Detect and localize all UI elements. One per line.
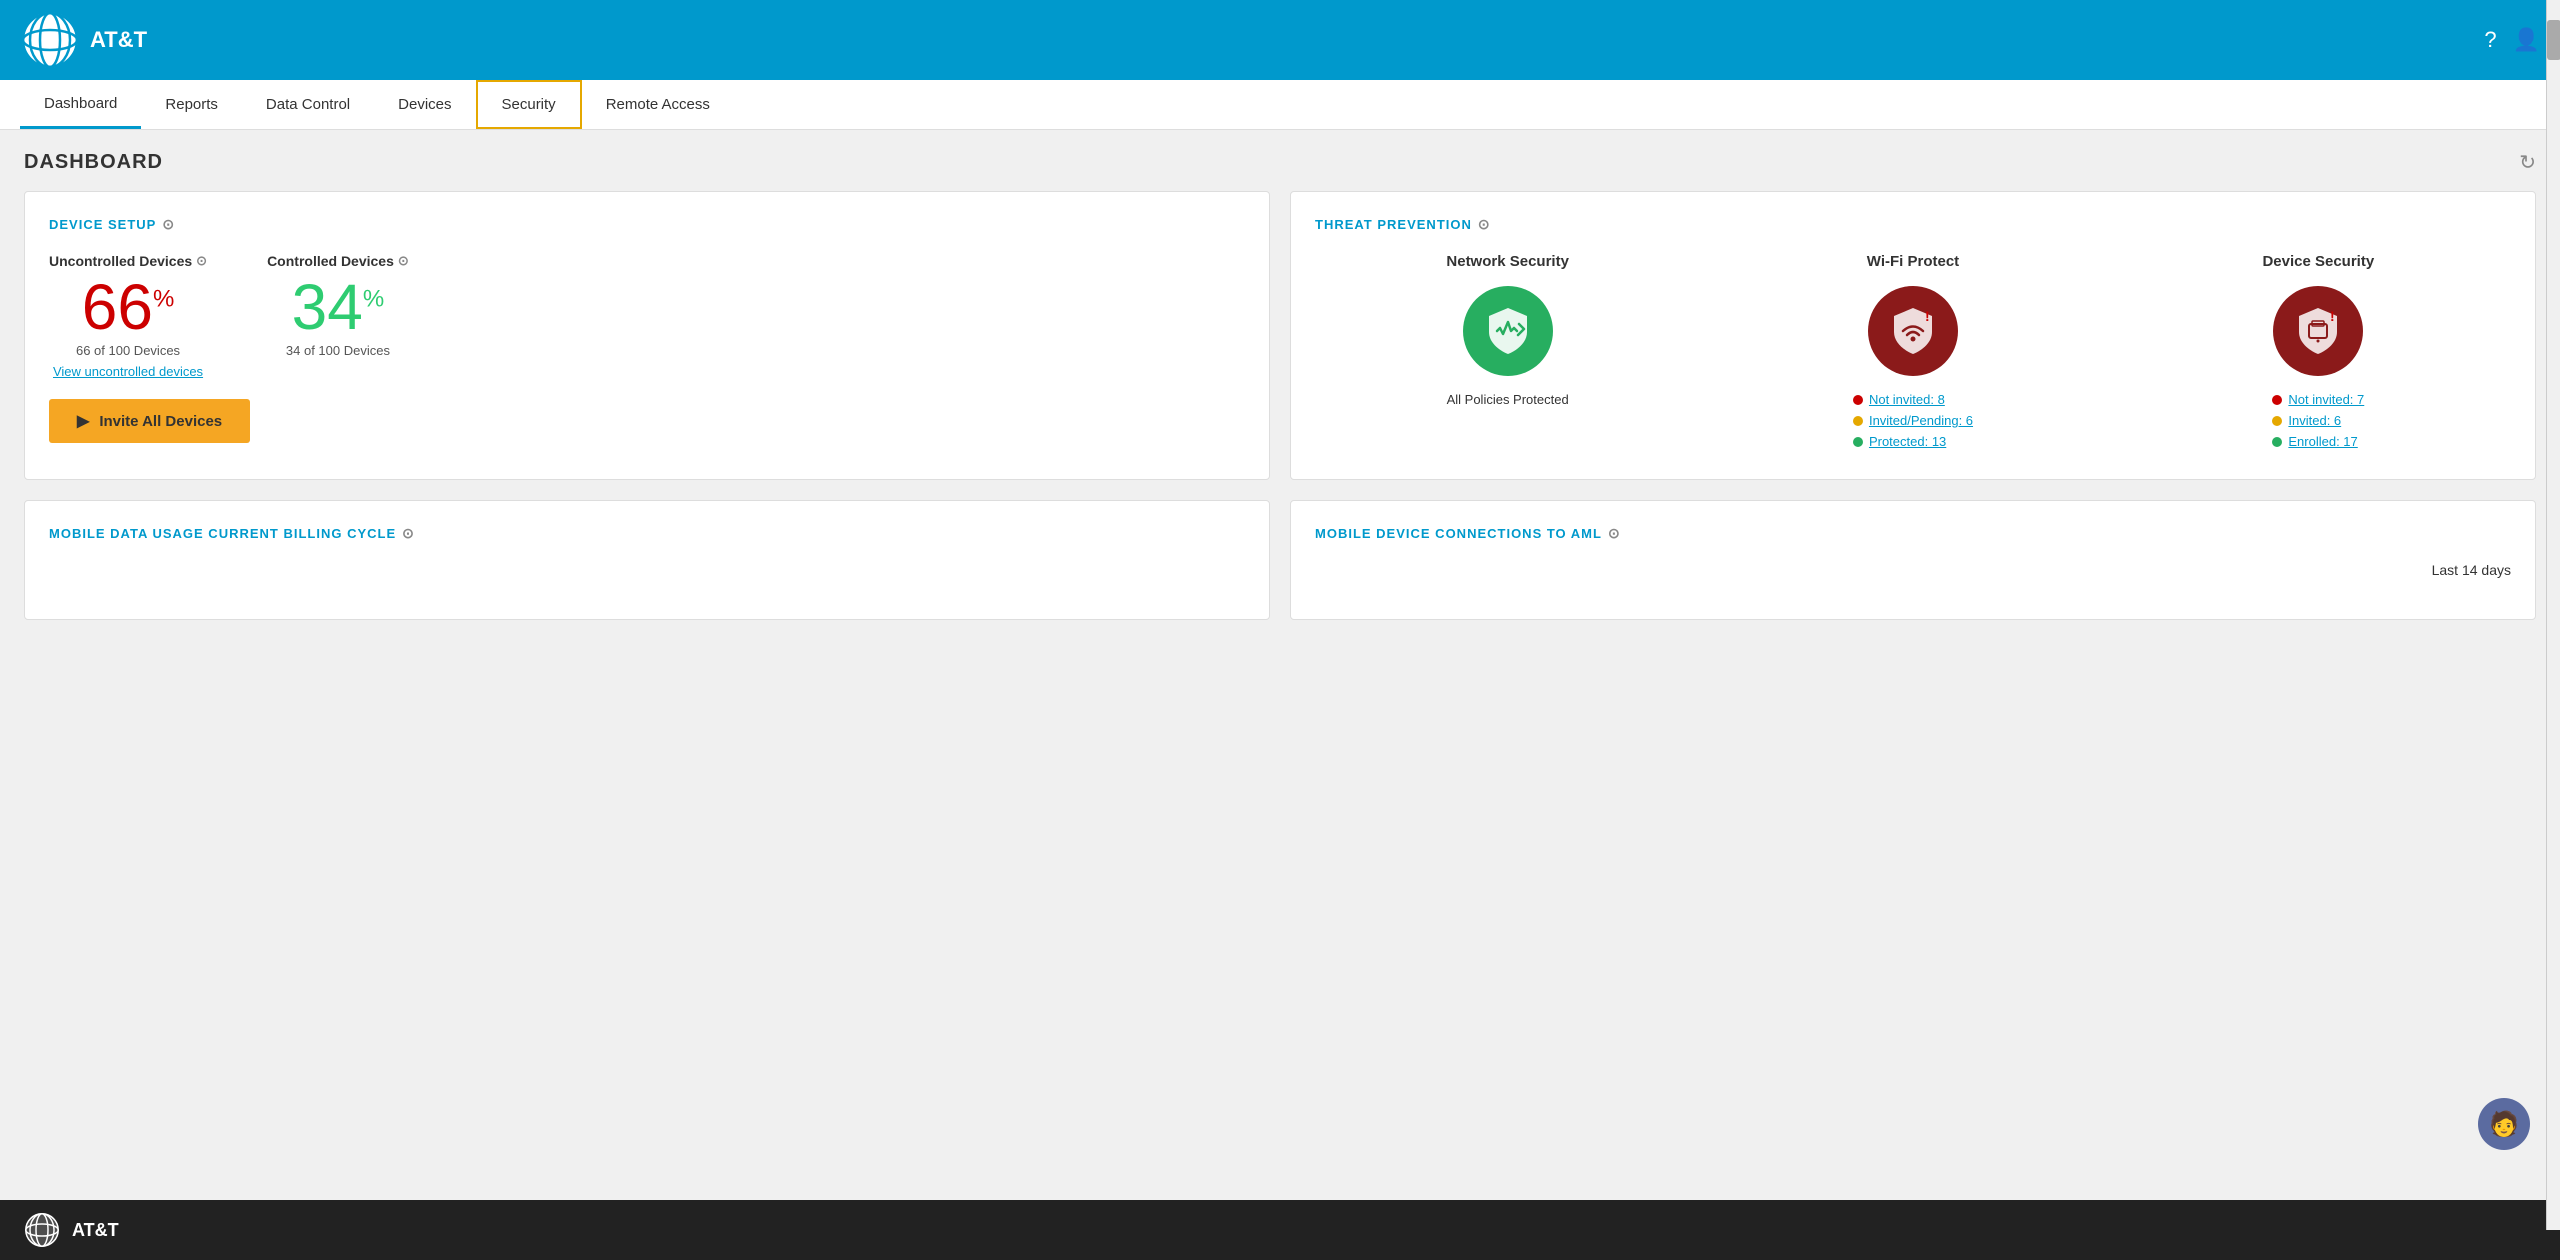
main-content: DASHBOARD ↻ DEVICE SETUP ⊙ Uncontrolled … bbox=[0, 130, 2560, 1200]
controlled-percent: 34% bbox=[267, 275, 409, 339]
footer-logo bbox=[24, 1212, 60, 1248]
invite-play-icon: ▶ bbox=[77, 411, 89, 431]
wifi-protect-icon: ! bbox=[1868, 286, 1958, 376]
device-stats: Uncontrolled Devices ⊙ 66% 66 of 100 Dev… bbox=[49, 253, 1245, 379]
mobile-device-title: MOBILE DEVICE CONNECTIONS TO AML ⊙ bbox=[1315, 525, 2511, 542]
nav-item-remote-access[interactable]: Remote Access bbox=[582, 80, 734, 129]
nav-item-devices[interactable]: Devices bbox=[374, 80, 475, 129]
mobile-data-help-icon[interactable]: ⊙ bbox=[402, 525, 415, 542]
threat-grid: Network Security All Policies Protected … bbox=[1315, 253, 2511, 455]
top-cards-row: DEVICE SETUP ⊙ Uncontrolled Devices ⊙ 66… bbox=[24, 191, 2536, 480]
svg-text:!: ! bbox=[1925, 308, 1930, 324]
wifi-invited-pending-dot bbox=[1853, 416, 1863, 426]
wifi-invited-pending-link[interactable]: Invited/Pending: 6 bbox=[1869, 413, 1973, 428]
device-enrolled-link[interactable]: Enrolled: 17 bbox=[2288, 434, 2357, 449]
threat-prevention-help-icon[interactable]: ⊙ bbox=[1478, 216, 1491, 233]
uncontrolled-label: Uncontrolled Devices ⊙ bbox=[49, 253, 207, 269]
network-security-status: All Policies Protected bbox=[1315, 392, 1700, 407]
mobile-data-card: MOBILE DATA USAGE CURRENT BILLING CYCLE … bbox=[24, 500, 1270, 620]
footer-brand-name: AT&T bbox=[72, 1220, 119, 1241]
device-security-items: Not invited: 7 Invited: 6 Enrolled: 17 bbox=[2272, 392, 2364, 455]
att-logo bbox=[20, 10, 80, 70]
bottom-cards-row: MOBILE DATA USAGE CURRENT BILLING CYCLE … bbox=[24, 500, 2536, 620]
header-actions: ? 👤 bbox=[2484, 27, 2540, 53]
svg-text:!: ! bbox=[2330, 308, 2335, 324]
app-header: AT&T ? 👤 bbox=[0, 0, 2560, 80]
invite-all-devices-button[interactable]: ▶ Invite All Devices bbox=[49, 399, 250, 443]
device-invited-dot bbox=[2272, 416, 2282, 426]
mobile-device-subtitle: Last 14 days bbox=[1315, 562, 2511, 578]
mobile-device-help-icon[interactable]: ⊙ bbox=[1608, 525, 1621, 542]
mobile-data-title: MOBILE DATA USAGE CURRENT BILLING CYCLE … bbox=[49, 525, 1245, 542]
device-security-icon: ! bbox=[2273, 286, 2363, 376]
view-uncontrolled-link[interactable]: View uncontrolled devices bbox=[49, 364, 207, 379]
uncontrolled-stat: Uncontrolled Devices ⊙ 66% 66 of 100 Dev… bbox=[49, 253, 207, 379]
device-enrolled-dot bbox=[2272, 437, 2282, 447]
device-invited-item: Invited: 6 bbox=[2272, 413, 2364, 428]
network-security-col: Network Security All Policies Protected bbox=[1315, 253, 1700, 455]
wifi-not-invited-dot bbox=[1853, 395, 1863, 405]
device-not-invited-item: Not invited: 7 bbox=[2272, 392, 2364, 407]
device-enrolled-item: Enrolled: 17 bbox=[2272, 434, 2364, 449]
refresh-icon[interactable]: ↻ bbox=[2519, 150, 2536, 175]
network-security-title: Network Security bbox=[1315, 253, 1700, 270]
nav-item-data-control[interactable]: Data Control bbox=[242, 80, 374, 129]
brand-area: AT&T bbox=[20, 10, 147, 70]
dashboard-header: DASHBOARD ↻ bbox=[24, 150, 2536, 175]
help-icon[interactable]: ? bbox=[2484, 27, 2496, 53]
wifi-invited-pending-item: Invited/Pending: 6 bbox=[1853, 413, 1973, 428]
device-setup-card: DEVICE SETUP ⊙ Uncontrolled Devices ⊙ 66… bbox=[24, 191, 1270, 480]
device-setup-title: DEVICE SETUP ⊙ bbox=[49, 216, 1245, 233]
device-security-title: Device Security bbox=[2126, 253, 2511, 270]
device-not-invited-link[interactable]: Not invited: 7 bbox=[2288, 392, 2364, 407]
wifi-protected-dot bbox=[1853, 437, 1863, 447]
nav-item-dashboard[interactable]: Dashboard bbox=[20, 80, 141, 129]
wifi-protect-items: Not invited: 8 Invited/Pending: 6 Protec… bbox=[1853, 392, 1973, 455]
wifi-protect-title: Wi-Fi Protect bbox=[1720, 253, 2105, 270]
device-invited-link[interactable]: Invited: 6 bbox=[2288, 413, 2341, 428]
wifi-protect-col: Wi-Fi Protect ! bbox=[1720, 253, 2105, 455]
wifi-not-invited-item: Not invited: 8 bbox=[1853, 392, 1973, 407]
controlled-label: Controlled Devices ⊙ bbox=[267, 253, 409, 269]
device-setup-help-icon[interactable]: ⊙ bbox=[162, 216, 175, 233]
uncontrolled-percent: 66% bbox=[49, 275, 207, 339]
scrollbar-thumb[interactable] bbox=[2547, 20, 2560, 60]
app-footer: AT&T bbox=[0, 1200, 2560, 1260]
wifi-protected-link[interactable]: Protected: 13 bbox=[1869, 434, 1946, 449]
mobile-device-card: MOBILE DEVICE CONNECTIONS TO AML ⊙ Last … bbox=[1290, 500, 2536, 620]
nav-item-security[interactable]: Security bbox=[476, 80, 582, 129]
network-security-icon bbox=[1463, 286, 1553, 376]
wifi-not-invited-link[interactable]: Not invited: 8 bbox=[1869, 392, 1945, 407]
user-icon[interactable]: 👤 bbox=[2513, 27, 2540, 53]
nav-item-reports[interactable]: Reports bbox=[141, 80, 242, 129]
brand-name: AT&T bbox=[90, 27, 147, 53]
controlled-stat: Controlled Devices ⊙ 34% 34 of 100 Devic… bbox=[267, 253, 409, 358]
chat-button[interactable]: 🧑 bbox=[2478, 1098, 2530, 1150]
threat-prevention-card: THREAT PREVENTION ⊙ Network Security bbox=[1290, 191, 2536, 480]
chat-icon: 🧑 bbox=[2489, 1110, 2519, 1139]
nav-bar: Dashboard Reports Data Control Devices S… bbox=[0, 80, 2560, 130]
uncontrolled-help-icon[interactable]: ⊙ bbox=[196, 253, 207, 269]
page-title: DASHBOARD bbox=[24, 151, 163, 174]
device-security-col: Device Security ! bbox=[2126, 253, 2511, 455]
device-not-invited-dot bbox=[2272, 395, 2282, 405]
wifi-protected-item: Protected: 13 bbox=[1853, 434, 1973, 449]
uncontrolled-count: 66 of 100 Devices bbox=[49, 343, 207, 358]
threat-prevention-title: THREAT PREVENTION ⊙ bbox=[1315, 216, 2511, 233]
controlled-help-icon[interactable]: ⊙ bbox=[398, 253, 409, 269]
scrollbar[interactable] bbox=[2546, 0, 2560, 1230]
controlled-count: 34 of 100 Devices bbox=[267, 343, 409, 358]
